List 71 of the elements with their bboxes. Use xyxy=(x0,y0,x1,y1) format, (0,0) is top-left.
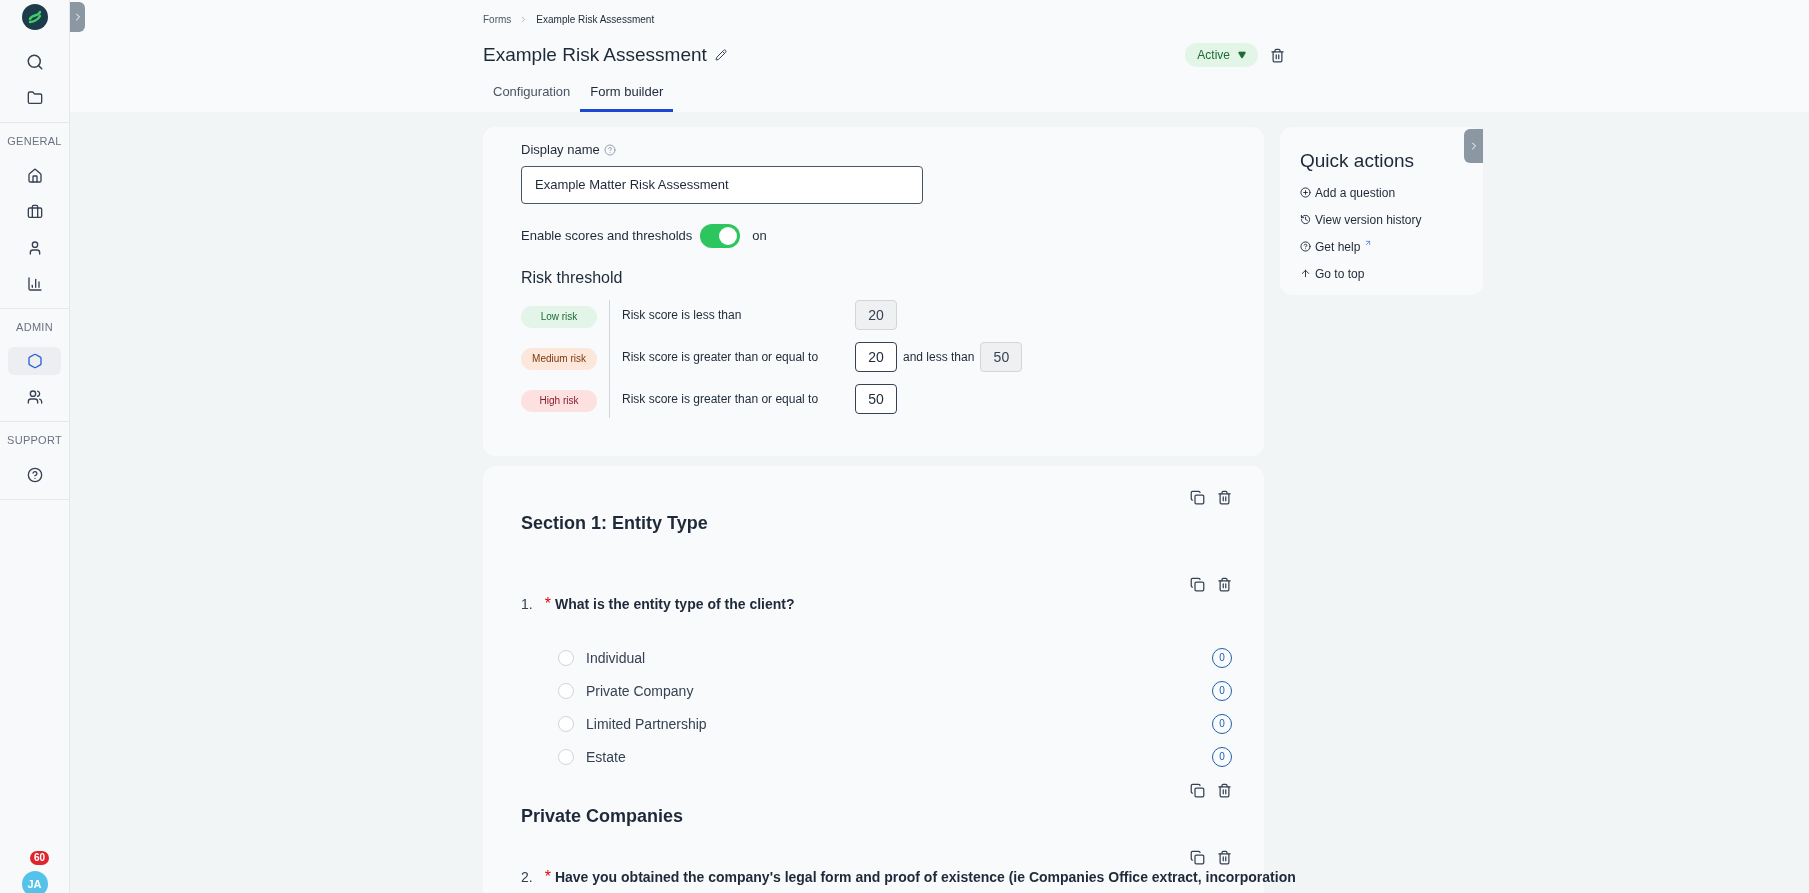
chart-icon xyxy=(26,275,43,292)
option-label: Limited Partnership xyxy=(586,714,708,734)
score-field[interactable]: 20 xyxy=(855,341,897,372)
threshold-text: Risk score is less than xyxy=(622,306,743,324)
delete-icon[interactable] xyxy=(1217,489,1232,505)
risk-badge: Medium risk xyxy=(521,347,597,370)
delete-icon[interactable] xyxy=(1217,849,1232,865)
home-icon xyxy=(26,167,43,184)
field-label: Display name xyxy=(521,141,600,159)
settings-icon xyxy=(26,353,43,369)
risk-badge: High risk xyxy=(521,389,597,412)
help-icon xyxy=(1300,241,1311,252)
notification-badge: 60 xyxy=(30,851,50,865)
score-field[interactable]: 50 xyxy=(855,383,897,414)
copy-icon[interactable] xyxy=(1190,782,1205,798)
copy-icon[interactable] xyxy=(1190,849,1205,865)
delete-icon[interactable] xyxy=(1217,782,1232,798)
copy-icon[interactable] xyxy=(1190,489,1205,505)
question-number: 2. xyxy=(521,867,533,887)
threshold-text: and less than xyxy=(903,348,975,366)
edit-icon[interactable] xyxy=(714,49,727,62)
status-dropdown[interactable]: Active xyxy=(1185,43,1258,68)
required-mark: * xyxy=(544,593,551,614)
up-arrow-icon xyxy=(1300,268,1311,279)
question-text: Have you obtained the company's legal form and proof of existence (ie Companies Office extract, incorporation xyxy=(554,867,1296,887)
quick-action-link[interactable]: Go to top xyxy=(1300,264,1463,283)
threshold-text: Risk score is greater than or equal to xyxy=(622,390,820,408)
breadcrumb[interactable]: Example Risk Assessment xyxy=(536,12,655,27)
radio-button[interactable] xyxy=(558,649,574,666)
breadcrumb[interactable]: Forms xyxy=(483,12,512,27)
radio-button[interactable] xyxy=(558,715,574,732)
threshold-text: Risk score is greater than or equal to xyxy=(622,348,820,366)
help-icon xyxy=(26,466,43,483)
required-mark: * xyxy=(544,866,551,887)
section-title: Private Companies xyxy=(520,804,685,828)
folder-icon xyxy=(26,90,43,106)
display-name-field[interactable]: Example Matter Risk Assessment xyxy=(521,165,923,204)
tab[interactable]: Configuration xyxy=(483,81,581,112)
clock-icon xyxy=(1300,214,1311,225)
people-icon xyxy=(26,389,43,405)
section-heading: Risk threshold xyxy=(521,267,624,288)
question-text: What is the entity type of the client? xyxy=(554,594,795,614)
panel-title: Quick actions xyxy=(1300,149,1416,173)
external-link-icon xyxy=(1364,238,1373,247)
sidebar-section-label: SUPPORT xyxy=(7,433,62,448)
logo-icon[interactable] xyxy=(21,4,48,30)
plus-circle-icon xyxy=(1300,187,1311,198)
option-label: Private Company xyxy=(586,681,695,701)
radio-button[interactable] xyxy=(558,748,574,765)
delete-icon[interactable] xyxy=(1217,576,1232,592)
search-icon xyxy=(25,53,44,71)
sidebar-section-label: ADMIN xyxy=(16,319,53,335)
quick-action-link[interactable]: View version history xyxy=(1300,210,1463,229)
briefcase-icon xyxy=(26,203,43,220)
quick-action-link[interactable]: Add a question xyxy=(1300,183,1463,202)
delete-icon[interactable] xyxy=(1270,47,1285,63)
toggle-state: on xyxy=(752,226,767,245)
option-label: Individual xyxy=(586,648,647,668)
page-title: Example Risk Assessment xyxy=(483,43,707,67)
quick-action-link[interactable]: Get help xyxy=(1300,237,1463,256)
section-title: Section 1: Entity Type xyxy=(520,511,709,535)
caret-icon xyxy=(1238,51,1246,60)
copy-icon[interactable] xyxy=(1190,576,1205,592)
sidebar-section-label: GENERAL xyxy=(7,134,62,149)
toggle-switch[interactable] xyxy=(700,223,741,248)
risk-badge: Low risk xyxy=(521,305,597,328)
toggle-label: Enable scores and thresholds xyxy=(521,226,693,245)
option-label: Estate xyxy=(586,747,627,767)
question-number: 1. xyxy=(521,594,533,614)
expand-sidebar-button[interactable] xyxy=(70,2,85,32)
radio-button[interactable] xyxy=(558,682,574,699)
